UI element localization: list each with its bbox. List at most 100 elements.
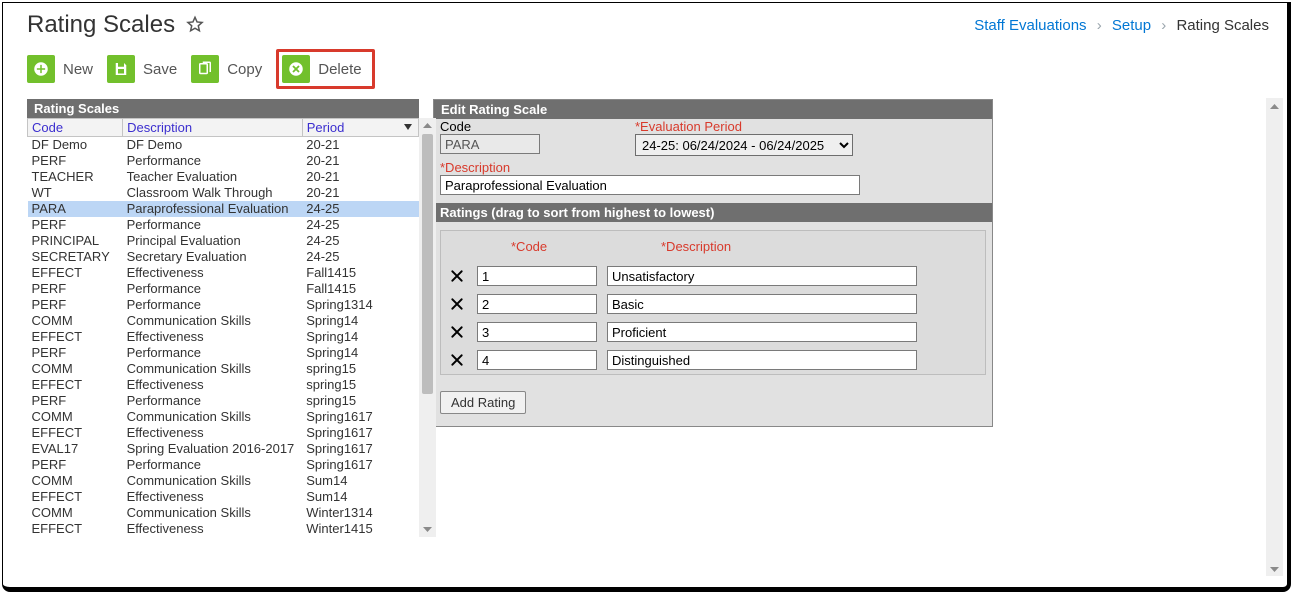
rating-code-input[interactable] <box>477 294 597 314</box>
evaluation-period-select[interactable]: 24-25: 06/24/2024 - 06/24/2025 <box>635 134 853 156</box>
table-row[interactable]: PERFPerformanceSpring14 <box>28 345 419 361</box>
rating-code-input[interactable] <box>477 350 597 370</box>
cell-description: Secretary Evaluation <box>123 249 303 265</box>
table-row[interactable]: COMMCommunication Skillsspring15 <box>28 361 419 377</box>
cell-code: EFFECT <box>28 265 123 281</box>
cell-code: COMM <box>28 361 123 377</box>
cell-period: spring15 <box>302 377 418 393</box>
table-row[interactable]: EFFECTEffectivenessFall1415 <box>28 265 419 281</box>
cell-description: Communication Skills <box>123 473 303 489</box>
table-row[interactable]: PERFPerformance24-25 <box>28 217 419 233</box>
table-row[interactable]: PERFPerformancespring15 <box>28 393 419 409</box>
ratings-column-description: *Description <box>661 239 731 254</box>
description-input[interactable] <box>440 175 860 195</box>
rating-description-input[interactable] <box>607 350 917 370</box>
scrollbar-thumb[interactable] <box>422 134 433 394</box>
rating-row[interactable] <box>441 290 985 318</box>
table-row[interactable]: COMMCommunication SkillsWinter1314 <box>28 505 419 521</box>
save-button[interactable]: Save <box>107 55 177 83</box>
save-label: Save <box>143 61 177 78</box>
breadcrumb: Staff Evaluations › Setup › Rating Scale… <box>974 17 1269 34</box>
ratings-column-code: *Code <box>511 239 661 254</box>
cell-period: Spring1617 <box>302 425 418 441</box>
list-scrollbar[interactable] <box>419 118 436 537</box>
delete-row-icon[interactable] <box>449 268 467 284</box>
delete-label: Delete <box>318 61 361 78</box>
column-header-period[interactable]: Period <box>302 119 418 137</box>
delete-row-icon[interactable] <box>449 296 467 312</box>
cell-period: Spring1617 <box>302 441 418 457</box>
delete-button[interactable]: Delete <box>282 55 361 83</box>
cell-description: Performance <box>123 393 303 409</box>
new-button[interactable]: New <box>27 55 93 83</box>
scroll-down-icon[interactable] <box>1269 563 1280 574</box>
cell-description: Effectiveness <box>123 425 303 441</box>
rating-description-input[interactable] <box>607 322 917 342</box>
cell-description: Classroom Walk Through <box>123 185 303 201</box>
rating-description-input[interactable] <box>607 266 917 286</box>
table-row[interactable]: PERFPerformanceFall1415 <box>28 281 419 297</box>
rating-row[interactable] <box>441 262 985 290</box>
table-row[interactable]: COMMCommunication SkillsSum14 <box>28 473 419 489</box>
cell-code: COMM <box>28 409 123 425</box>
table-row[interactable]: EVAL17Spring Evaluation 2016-2017Spring1… <box>28 441 419 457</box>
rating-description-input[interactable] <box>607 294 917 314</box>
scroll-down-icon[interactable] <box>422 524 433 535</box>
table-row[interactable]: EFFECTEffectivenessWinter1415 <box>28 521 419 537</box>
cell-period: Fall1415 <box>302 281 418 297</box>
table-row[interactable]: PRINCIPALPrincipal Evaluation24-25 <box>28 233 419 249</box>
cell-code: PERF <box>28 217 123 233</box>
page-scrollbar[interactable] <box>1266 98 1283 576</box>
copy-button[interactable]: Copy <box>191 55 262 83</box>
cell-period: spring15 <box>302 361 418 377</box>
table-row[interactable]: EFFECTEffectivenessspring15 <box>28 377 419 393</box>
add-rating-button[interactable]: Add Rating <box>440 391 526 414</box>
table-row[interactable]: PERFPerformance20-21 <box>28 153 419 169</box>
description-label: *Description <box>440 160 986 175</box>
cell-code: DF Demo <box>28 137 123 154</box>
delete-row-icon[interactable] <box>449 352 467 368</box>
column-header-code[interactable]: Code <box>28 119 123 137</box>
table-row[interactable]: DF DemoDF Demo20-21 <box>28 137 419 154</box>
cell-code: WT <box>28 185 123 201</box>
breadcrumb-link-staff-evaluations[interactable]: Staff Evaluations <box>974 17 1086 34</box>
table-row[interactable]: PERFPerformanceSpring1314 <box>28 297 419 313</box>
table-row[interactable]: PARAParaprofessional Evaluation24-25 <box>28 201 419 217</box>
cell-period: Spring1617 <box>302 457 418 473</box>
sort-desc-icon <box>404 124 412 130</box>
chevron-right-icon: › <box>1091 17 1108 34</box>
scroll-up-icon[interactable] <box>1269 100 1280 111</box>
table-row[interactable]: EFFECTEffectivenessSpring1617 <box>28 425 419 441</box>
rating-code-input[interactable] <box>477 266 597 286</box>
table-row[interactable]: COMMCommunication SkillsSpring14 <box>28 313 419 329</box>
cell-description: Effectiveness <box>123 265 303 281</box>
rating-row[interactable] <box>441 346 985 374</box>
table-row[interactable]: EFFECTEffectivenessSpring14 <box>28 329 419 345</box>
cell-description: Teacher Evaluation <box>123 169 303 185</box>
cell-code: EFFECT <box>28 521 123 537</box>
breadcrumb-link-setup[interactable]: Setup <box>1112 17 1151 34</box>
cell-description: Paraprofessional Evaluation <box>123 201 303 217</box>
table-row[interactable]: SECRETARYSecretary Evaluation24-25 <box>28 249 419 265</box>
cell-description: Performance <box>123 297 303 313</box>
cell-code: PERF <box>28 457 123 473</box>
table-row[interactable]: PERFPerformanceSpring1617 <box>28 457 419 473</box>
cell-description: Performance <box>123 457 303 473</box>
column-header-description[interactable]: Description <box>123 119 303 137</box>
cell-description: Communication Skills <box>123 409 303 425</box>
table-row[interactable]: EFFECTEffectivenessSum14 <box>28 489 419 505</box>
table-row[interactable]: COMMCommunication SkillsSpring1617 <box>28 409 419 425</box>
cell-period: Winter1314 <box>302 505 418 521</box>
table-row[interactable]: TEACHERTeacher Evaluation20-21 <box>28 169 419 185</box>
scroll-up-icon[interactable] <box>422 120 433 131</box>
cell-description: Effectiveness <box>123 329 303 345</box>
rating-row[interactable] <box>441 318 985 346</box>
cell-code: EFFECT <box>28 425 123 441</box>
delete-row-icon[interactable] <box>449 324 467 340</box>
table-row[interactable]: WTClassroom Walk Through20-21 <box>28 185 419 201</box>
cell-description: Effectiveness <box>123 489 303 505</box>
rating-code-input[interactable] <box>477 322 597 342</box>
ratings-section-title: Ratings (drag to sort from highest to lo… <box>434 203 992 222</box>
star-icon[interactable] <box>185 15 205 35</box>
cell-period: 24-25 <box>302 233 418 249</box>
